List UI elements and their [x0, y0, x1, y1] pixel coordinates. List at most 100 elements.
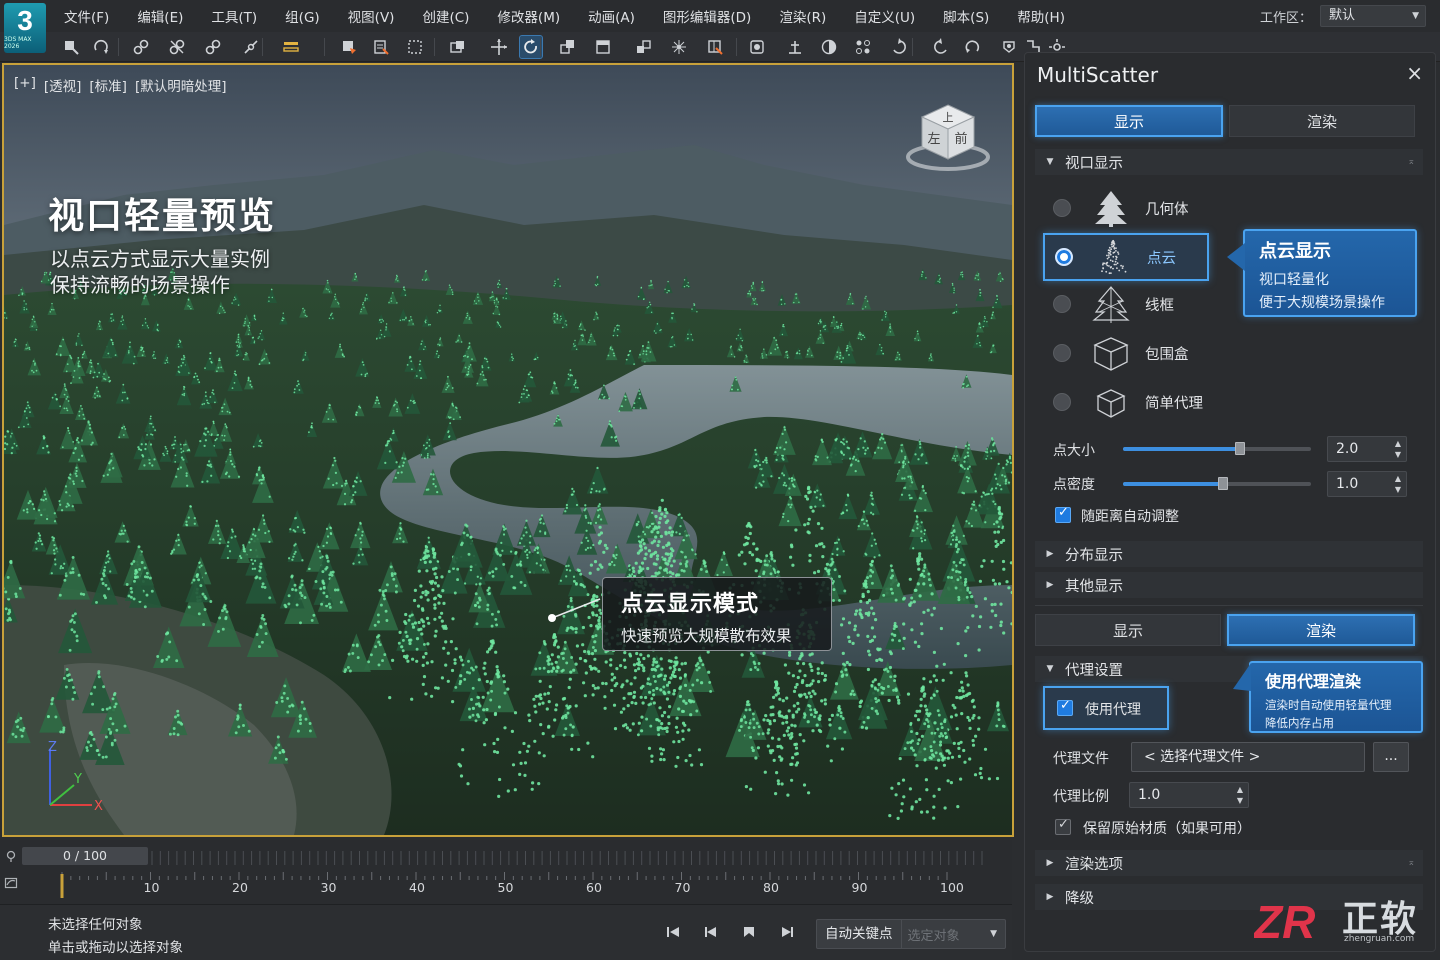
pivot-icon[interactable]: [632, 36, 654, 58]
scale-icon[interactable]: [556, 36, 578, 58]
viewcube-front[interactable]: 前: [954, 131, 967, 147]
tab-display[interactable]: 显示: [1035, 105, 1223, 137]
redo2-icon[interactable]: [998, 36, 1020, 58]
viewcube[interactable]: 上 左 前: [904, 99, 992, 175]
go-to-start-button[interactable]: [662, 921, 684, 943]
rect-region-icon[interactable]: [404, 36, 426, 58]
proxy-browse-button[interactable]: ...: [1373, 742, 1409, 772]
point-size-slider[interactable]: [1123, 442, 1311, 455]
display-mode-0[interactable]: 几何体: [1043, 188, 1233, 228]
menu-item-10[interactable]: 自定义(U): [854, 6, 929, 26]
display-mode-radio[interactable]: [1053, 344, 1071, 362]
display-mode-4[interactable]: 简单代理: [1043, 382, 1233, 422]
render-setup-icon[interactable]: [888, 36, 910, 58]
material-icon[interactable]: [852, 36, 874, 58]
auto-adjust-checkbox[interactable]: ✓: [1055, 505, 1071, 523]
select-object-icon[interactable]: [338, 36, 360, 58]
point-density-spinner[interactable]: 1.0 ▲ ▼: [1327, 471, 1407, 497]
section-render-options[interactable]: ▶ 渲染选项 ⌅: [1035, 850, 1423, 876]
key-filter-select[interactable]: 选定对象: [902, 925, 991, 944]
display-mode-radio[interactable]: [1053, 393, 1071, 411]
tab-render-lower[interactable]: 渲染: [1227, 614, 1415, 646]
pin-icon[interactable]: ⌅: [1407, 858, 1415, 868]
use-proxy-checkbox[interactable]: ✓: [1057, 698, 1073, 716]
mini-curve-icon[interactable]: [4, 876, 18, 890]
spinner-arrows-icon[interactable]: ▲ ▼: [1237, 784, 1243, 806]
window-crossing-icon[interactable]: [446, 36, 468, 58]
display-mode-3[interactable]: 包围盒: [1043, 333, 1233, 373]
align-icon[interactable]: [746, 36, 768, 58]
auto-key-button[interactable]: 自动关键点: [817, 920, 902, 948]
menu-item-2[interactable]: 工具(T): [211, 6, 271, 26]
time-slider-track[interactable]: [150, 851, 992, 865]
previous-frame-button[interactable]: [700, 921, 722, 943]
viewport-label-shading[interactable]: [默认明暗处理]: [135, 75, 227, 95]
auto-key-control[interactable]: 自动关键点 选定对象 ▼: [816, 919, 1006, 949]
tab-render[interactable]: 渲染: [1229, 105, 1415, 137]
menu-item-7[interactable]: 动画(A): [588, 6, 649, 26]
undo-icon[interactable]: [962, 36, 984, 58]
display-mode-radio[interactable]: [1055, 248, 1073, 266]
track-bar[interactable]: 10 20 30 40 50 60 70 80 90 100: [56, 872, 996, 902]
menu-item-3[interactable]: 组(G): [285, 6, 334, 26]
selection-filter-icon[interactable]: [280, 36, 302, 58]
section-other-display[interactable]: ▶ 其他显示: [1035, 572, 1423, 598]
menu-item-0[interactable]: 文件(F): [64, 6, 123, 26]
menu-item-9[interactable]: 渲染(R): [779, 6, 840, 26]
rotate-icon[interactable]: [519, 35, 543, 59]
perspective-viewport[interactable]: [+] [透视] [标准] [默认明暗处理] 视口轻量预览 以点云方式显示大量实…: [2, 63, 1014, 837]
viewport-label-standard[interactable]: [标准]: [89, 75, 127, 95]
point-size-spinner[interactable]: 2.0 ▲ ▼: [1327, 436, 1407, 462]
menu-item-5[interactable]: 创建(C): [422, 6, 483, 26]
play-button[interactable]: [738, 921, 760, 943]
spinner-arrows-icon[interactable]: ▲ ▼: [1395, 438, 1401, 460]
unlink-icon[interactable]: [166, 36, 188, 58]
display-mode-radio[interactable]: [1053, 295, 1071, 313]
scene-explorer-icon[interactable]: [818, 36, 840, 58]
viewport-label-plus[interactable]: [+]: [14, 75, 36, 95]
snap-icon[interactable]: [668, 36, 690, 58]
point-density-slider[interactable]: [1123, 477, 1311, 490]
point-size-slider-thumb[interactable]: [1234, 442, 1245, 455]
close-icon[interactable]: ×: [1406, 61, 1423, 85]
key-filter-icon[interactable]: [4, 849, 18, 863]
point-density-slider-thumb[interactable]: [1217, 477, 1228, 490]
link-icon[interactable]: [130, 36, 152, 58]
menu-item-12[interactable]: 帮助(H): [1017, 6, 1079, 26]
menu-item-6[interactable]: 修改器(M): [497, 6, 574, 26]
bind-icon[interactable]: [202, 36, 224, 58]
menu-item-8[interactable]: 图形编辑器(D): [663, 6, 765, 26]
app-logo[interactable]: 3 3DS MAX 2026: [4, 3, 46, 53]
select-icon[interactable]: [60, 36, 82, 58]
mirror-icon[interactable]: [704, 36, 726, 58]
render-frame-icon[interactable]: [930, 36, 952, 58]
proxy-scale-spinner[interactable]: 1.0 ▲ ▼: [1129, 782, 1249, 808]
spinner-arrows-icon[interactable]: ▲ ▼: [1395, 473, 1401, 495]
redo-icon[interactable]: [90, 36, 112, 58]
pin-icon[interactable]: ⌅: [1407, 157, 1415, 167]
tab-display-lower[interactable]: 显示: [1035, 614, 1221, 646]
menu-item-4[interactable]: 视图(V): [348, 6, 409, 26]
display-mode-1[interactable]: 点云: [1043, 233, 1209, 281]
viewcube-top[interactable]: 上: [943, 111, 954, 124]
menu-item-1[interactable]: 编辑(E): [137, 6, 197, 26]
workspace-select[interactable]: 默认 ▼: [1320, 5, 1426, 27]
viewcube-left[interactable]: 左: [927, 132, 940, 147]
display-mode-radio[interactable]: [1053, 199, 1071, 217]
move-icon[interactable]: [488, 36, 510, 58]
unbind-icon[interactable]: [240, 36, 262, 58]
section-distribution-display[interactable]: ▶ 分布显示: [1035, 541, 1423, 567]
viewport-label-view[interactable]: [透视]: [44, 75, 82, 95]
use-proxy-row[interactable]: ✓ 使用代理: [1043, 686, 1169, 730]
layers-icon[interactable]: [784, 36, 806, 58]
next-frame-button[interactable]: [776, 921, 798, 943]
proxy-file-field[interactable]: < 选择代理文件 >: [1131, 742, 1365, 772]
time-slider-thumb[interactable]: 0 / 100: [22, 847, 148, 865]
keep-material-checkbox[interactable]: ✓: [1055, 817, 1071, 835]
ref-coord-icon[interactable]: [592, 36, 614, 58]
display-mode-2[interactable]: 线框: [1043, 284, 1233, 324]
select-by-name-icon[interactable]: [370, 36, 392, 58]
section-viewport-display[interactable]: ▼ 视口显示 ⌅: [1035, 149, 1423, 175]
frame-label: 50: [497, 880, 514, 895]
menu-item-11[interactable]: 脚本(S): [943, 6, 1003, 26]
